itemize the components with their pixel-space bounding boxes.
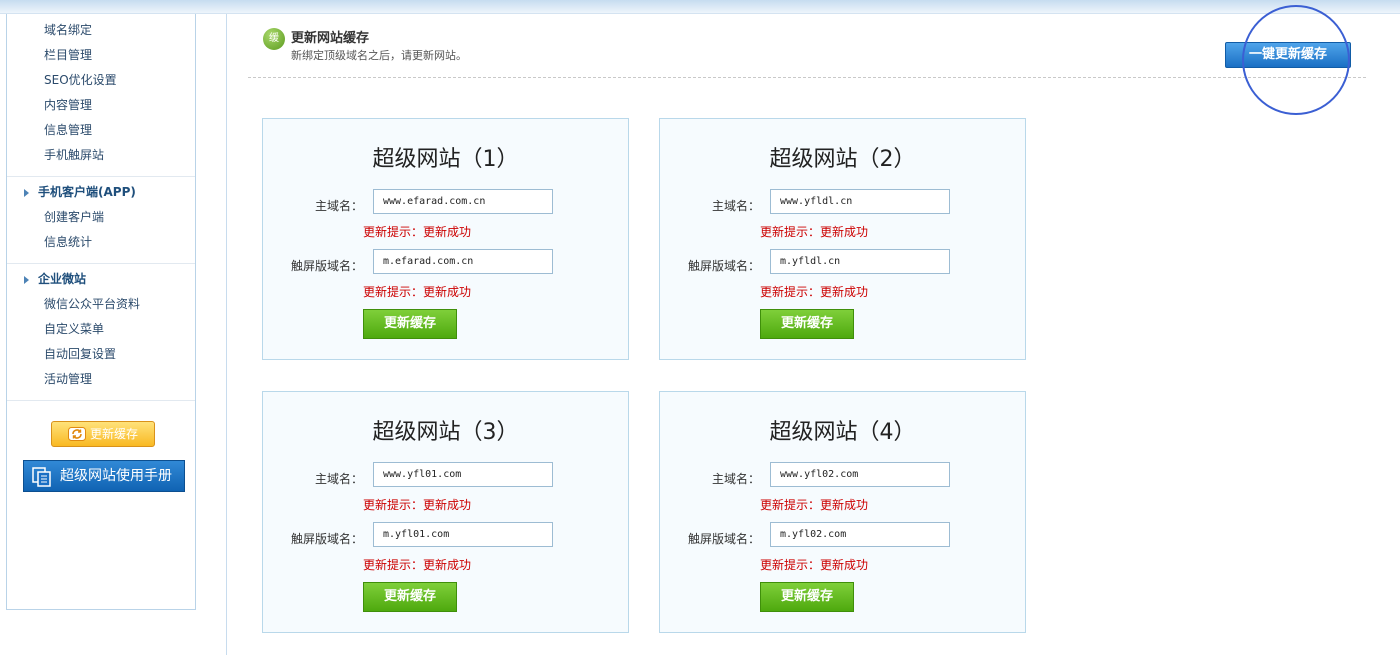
- update-cache-button[interactable]: 更新缓存: [760, 582, 854, 612]
- sidebar-item-info-management[interactable]: 信息管理: [7, 118, 195, 143]
- triangle-right-icon: [24, 276, 29, 284]
- site-card-1: 超级网站（1） 主域名： www.efarad.com.cn 更新提示：更新成功…: [262, 118, 629, 360]
- sidebar-item-content-management[interactable]: 内容管理: [7, 93, 195, 118]
- touch-domain-label: 触屏版域名：: [290, 532, 363, 546]
- main-domain-label: 主域名：: [314, 199, 363, 213]
- main-domain-label: 主域名：: [711, 472, 760, 486]
- refresh-icon: [67, 427, 86, 441]
- site-card-4: 超级网站（4） 主域名： www.yfl02.com 更新提示：更新成功 触屏版…: [659, 391, 1026, 633]
- sidebar-item-column-management[interactable]: 栏目管理: [7, 43, 195, 68]
- sidebar-item-seo-settings[interactable]: SEO优化设置: [7, 68, 195, 93]
- sidebar-item-create-client[interactable]: 创建客户端: [7, 205, 195, 230]
- sidebar-item-touch-site[interactable]: 手机触屏站: [7, 143, 195, 168]
- divider: [226, 14, 227, 655]
- touch-domain-tip: 更新提示：更新成功: [363, 558, 472, 572]
- main-domain-tip: 更新提示：更新成功: [363, 498, 472, 512]
- refresh-cache-label: 更新缓存: [89, 427, 138, 441]
- nav-group-title-microsite[interactable]: 企业微站: [7, 267, 195, 292]
- touch-domain-label: 触屏版域名：: [290, 259, 363, 273]
- nav-group-site: 域名绑定 栏目管理 SEO优化设置 内容管理 信息管理 手机触屏站: [7, 14, 195, 177]
- nav-group-title-label: 手机客户端(APP): [38, 185, 136, 199]
- main-domain-field[interactable]: www.yfl02.com: [770, 462, 950, 487]
- main-domain-field[interactable]: www.yfldl.cn: [770, 189, 950, 214]
- update-all-cache-button[interactable]: 一键更新缓存: [1225, 42, 1351, 68]
- touch-domain-label: 触屏版域名：: [687, 259, 760, 273]
- cache-badge-icon: 缓: [263, 28, 285, 50]
- touch-domain-tip: 更新提示：更新成功: [760, 285, 869, 299]
- sidebar-item-statistics[interactable]: 信息统计: [7, 230, 195, 255]
- site-title: 超级网站（1）: [372, 147, 519, 172]
- sidebar-item-custom-menu[interactable]: 自定义菜单: [7, 317, 195, 342]
- user-manual-label: 超级网站使用手册: [60, 468, 172, 484]
- site-title: 超级网站（4）: [769, 420, 916, 445]
- nav-group-app: 手机客户端(APP) 创建客户端 信息统计: [7, 177, 195, 264]
- main-domain-tip: 更新提示：更新成功: [760, 498, 869, 512]
- sidebar: 域名绑定 栏目管理 SEO优化设置 内容管理 信息管理 手机触屏站 手机客户端(…: [6, 14, 196, 610]
- refresh-cache-button[interactable]: 更新缓存: [51, 421, 155, 447]
- page-header: 缓 更新网站缓存 新绑定顶级域名之后，请更新网站。: [248, 22, 1366, 78]
- site-title: 超级网站（2）: [769, 147, 916, 172]
- main-domain-field[interactable]: www.efarad.com.cn: [373, 189, 553, 214]
- touch-domain-field[interactable]: m.yfl01.com: [373, 522, 553, 547]
- update-cache-button[interactable]: 更新缓存: [760, 309, 854, 339]
- sidebar-item-activity-management[interactable]: 活动管理: [7, 367, 195, 392]
- page-title: 更新网站缓存: [291, 31, 370, 46]
- main-domain-label: 主域名：: [711, 199, 760, 213]
- main-domain-label: 主域名：: [314, 472, 363, 486]
- main-domain-tip: 更新提示：更新成功: [760, 225, 869, 239]
- sidebar-item-wechat-profile[interactable]: 微信公众平台资料: [7, 292, 195, 317]
- touch-domain-tip: 更新提示：更新成功: [760, 558, 869, 572]
- site-title: 超级网站（3）: [372, 420, 519, 445]
- touch-domain-label: 触屏版域名：: [687, 532, 760, 546]
- site-card-3: 超级网站（3） 主域名： www.yfl01.com 更新提示：更新成功 触屏版…: [262, 391, 629, 633]
- triangle-right-icon: [24, 189, 29, 197]
- main-domain-tip: 更新提示：更新成功: [363, 225, 472, 239]
- update-cache-button[interactable]: 更新缓存: [363, 309, 457, 339]
- touch-domain-field[interactable]: m.yfldl.cn: [770, 249, 950, 274]
- top-bar: [0, 0, 1400, 14]
- document-icon: [32, 467, 51, 487]
- nav-group-title-label: 企业微站: [38, 272, 87, 286]
- nav-group-title-app[interactable]: 手机客户端(APP): [7, 180, 195, 205]
- touch-domain-field[interactable]: m.efarad.com.cn: [373, 249, 553, 274]
- page-subtitle: 新绑定顶级域名之后，请更新网站。: [291, 49, 467, 62]
- update-cache-button[interactable]: 更新缓存: [363, 582, 457, 612]
- touch-domain-field[interactable]: m.yfl02.com: [770, 522, 950, 547]
- main-domain-field[interactable]: www.yfl01.com: [373, 462, 553, 487]
- sidebar-item-auto-reply[interactable]: 自动回复设置: [7, 342, 195, 367]
- sidebar-item-domain-binding[interactable]: 域名绑定: [7, 18, 195, 43]
- nav-group-microsite: 企业微站 微信公众平台资料 自定义菜单 自动回复设置 活动管理: [7, 264, 195, 401]
- touch-domain-tip: 更新提示：更新成功: [363, 285, 472, 299]
- user-manual-button[interactable]: 超级网站使用手册: [23, 460, 185, 492]
- site-card-2: 超级网站（2） 主域名： www.yfldl.cn 更新提示：更新成功 触屏版域…: [659, 118, 1026, 360]
